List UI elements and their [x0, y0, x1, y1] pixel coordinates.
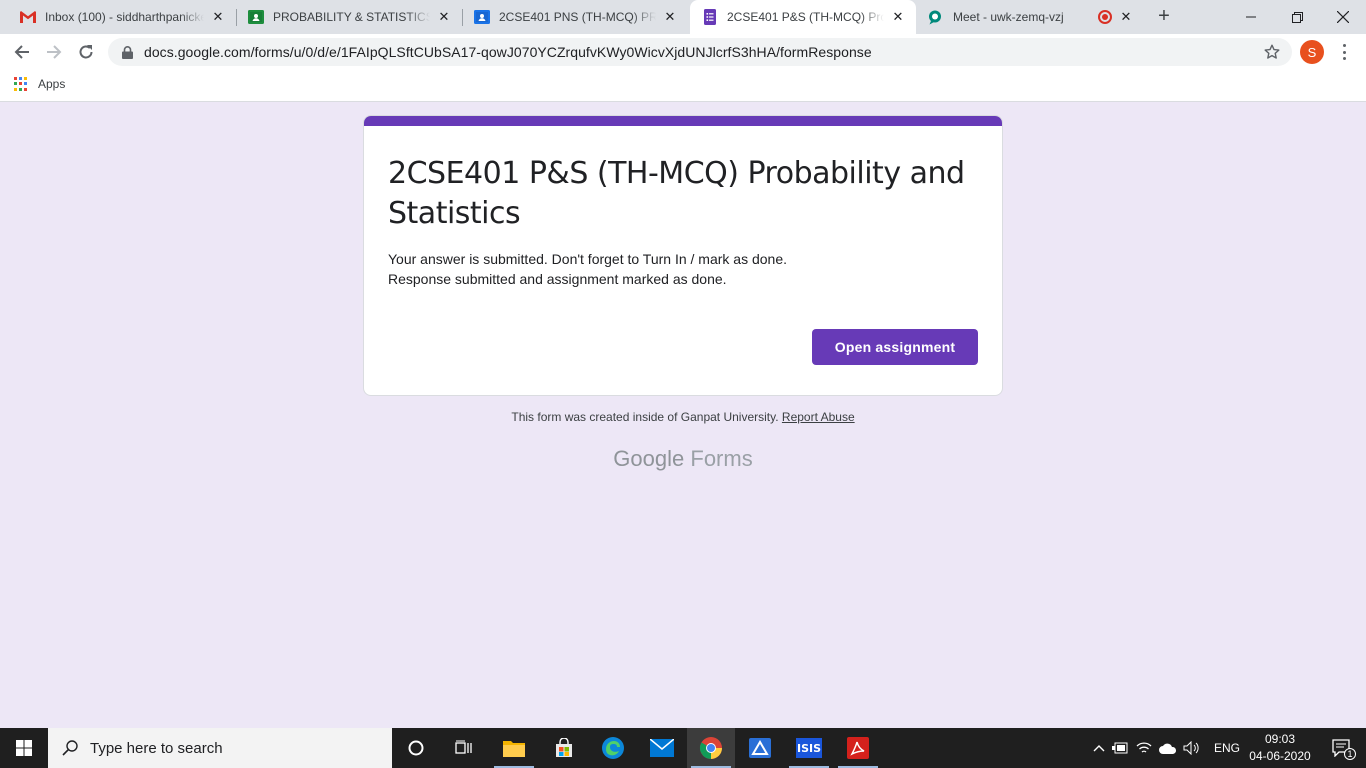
- onedrive-icon[interactable]: [1156, 743, 1180, 754]
- logo-forms-text: Forms: [690, 446, 753, 471]
- apps-grid-icon: [14, 77, 28, 91]
- acrobat-button[interactable]: [834, 728, 882, 768]
- back-arrow-icon: [14, 45, 29, 59]
- profile-avatar[interactable]: S: [1300, 40, 1324, 64]
- browser-menu-icon[interactable]: [1336, 42, 1352, 62]
- close-window-button[interactable]: [1320, 0, 1366, 34]
- taskbar-clock[interactable]: 09:03 04-06-2020: [1240, 731, 1320, 765]
- close-icon[interactable]: ✕: [436, 9, 452, 25]
- isis-icon: ISIS: [796, 738, 822, 758]
- search-icon: [62, 740, 78, 756]
- form-footer-note: This form was created inside of Ganpat U…: [363, 410, 1003, 424]
- close-icon[interactable]: ✕: [1118, 9, 1134, 25]
- confirmation-line-1: Your answer is submitted. Don't forget t…: [388, 251, 788, 267]
- lock-icon[interactable]: [120, 45, 134, 59]
- close-icon[interactable]: ✕: [210, 9, 226, 25]
- chrome-button[interactable]: [687, 728, 735, 768]
- isis-app-button[interactable]: ISIS: [785, 728, 833, 768]
- open-assignment-button[interactable]: Open assignment: [812, 329, 978, 365]
- app-icon: [749, 738, 771, 758]
- notification-count-badge: 1: [1344, 748, 1356, 760]
- confirmation-line-2: Response submitted and assignment marked…: [388, 271, 727, 287]
- classroom-icon: [248, 9, 264, 25]
- edge-button[interactable]: [589, 728, 637, 768]
- windows-logo-icon: [16, 740, 32, 756]
- confirmation-message: Your answer is submitted. Don't forget t…: [388, 249, 787, 289]
- tab-title: 2CSE401 P&S (TH-MCQ) Probability: [727, 10, 884, 24]
- pdf-icon: [847, 737, 869, 759]
- form-response-card: 2CSE401 P&S (TH-MCQ) Probability and Sta…: [363, 115, 1003, 396]
- footer-note-text: This form was created inside of Ganpat U…: [511, 410, 779, 424]
- svg-text:ISIS: ISIS: [797, 742, 821, 755]
- recording-icon: [1098, 10, 1112, 24]
- task-view-button[interactable]: [440, 728, 488, 768]
- reload-icon: [79, 45, 93, 59]
- cortana-icon: [408, 740, 424, 756]
- report-abuse-link[interactable]: Report Abuse: [782, 410, 855, 424]
- system-tray: ENG: [1090, 728, 1240, 768]
- apps-shortcut[interactable]: Apps: [14, 77, 65, 91]
- google-forms-logo[interactable]: Google Forms: [363, 446, 1003, 472]
- language-indicator[interactable]: ENG: [1214, 741, 1240, 755]
- bookmarks-bar: Apps: [0, 70, 1366, 102]
- tab-google-form[interactable]: 2CSE401 P&S (TH-MCQ) Probability ✕: [690, 0, 916, 34]
- reload-button[interactable]: [72, 38, 100, 66]
- file-explorer-button[interactable]: [490, 728, 538, 768]
- address-bar[interactable]: docs.google.com/forms/u/0/d/e/1FAIpQLSft…: [108, 38, 1292, 66]
- tab-title: Meet - uwk-zemq-vzj: [953, 10, 1064, 24]
- tab-title: 2CSE401 PNS (TH-MCQ) PROBABILITY: [499, 10, 656, 24]
- browser-toolbar: docs.google.com/forms/u/0/d/e/1FAIpQLSft…: [0, 34, 1366, 70]
- tab-title: Inbox (100) - siddharthpanicker: [45, 10, 204, 24]
- new-tab-button[interactable]: +: [1152, 5, 1176, 29]
- bookmark-star-icon[interactable]: [1264, 44, 1280, 60]
- tab-google-meet[interactable]: Meet - uwk-zemq-vzj ✕: [916, 0, 1144, 34]
- tab-pns-classroom[interactable]: 2CSE401 PNS (TH-MCQ) PROBABILITY ✕: [462, 0, 688, 34]
- tab-strip: Inbox (100) - siddharthpanicker ✕ PROBAB…: [0, 0, 1366, 34]
- folder-icon: [503, 741, 525, 757]
- volume-icon[interactable]: [1180, 741, 1204, 755]
- taskbar-search-box[interactable]: Type here to search: [48, 728, 392, 768]
- tab-gmail[interactable]: Inbox (100) - siddharthpanicker ✕: [0, 0, 236, 34]
- forward-button[interactable]: [40, 38, 68, 66]
- edge-icon: [602, 737, 624, 759]
- logo-google-text: Google: [613, 446, 685, 471]
- tab-probability-statistics[interactable]: PROBABILITY & STATISTICS [DEPT] ✕: [236, 0, 462, 34]
- forward-arrow-icon: [47, 45, 62, 59]
- restore-button[interactable]: [1274, 0, 1320, 34]
- card-accent-bar: [364, 116, 1002, 126]
- url-text[interactable]: docs.google.com/forms/u/0/d/e/1FAIpQLSft…: [144, 44, 872, 60]
- clock-time: 09:03: [1264, 732, 1296, 746]
- mail-button[interactable]: [638, 728, 686, 768]
- windows-taskbar: Type here to search ISIS ENG 09:03 04-06…: [0, 728, 1366, 768]
- meet-icon: [928, 9, 944, 25]
- form-title: 2CSE401 P&S (TH-MCQ) Probability and Sta…: [388, 156, 965, 231]
- battery-icon[interactable]: [1108, 742, 1132, 754]
- tab-title: PROBABILITY & STATISTICS [DEPT]: [273, 10, 430, 24]
- mail-icon: [650, 739, 674, 757]
- wifi-icon[interactable]: [1132, 741, 1156, 755]
- minimize-button[interactable]: [1228, 0, 1274, 34]
- clock-date: 04-06-2020: [1249, 749, 1311, 763]
- action-center-button[interactable]: 1: [1318, 728, 1366, 768]
- chevron-up-icon[interactable]: [1090, 744, 1108, 752]
- close-icon[interactable]: ✕: [890, 9, 906, 25]
- forms-icon: [702, 9, 718, 25]
- back-button[interactable]: [8, 38, 36, 66]
- gmail-icon: [20, 9, 36, 25]
- task-view-icon: [455, 740, 472, 754]
- classroom-icon: [474, 9, 490, 25]
- store-button[interactable]: [540, 728, 588, 768]
- search-placeholder: Type here to search: [90, 739, 223, 757]
- close-icon[interactable]: ✕: [662, 9, 678, 25]
- apps-label: Apps: [38, 77, 66, 91]
- store-icon: [556, 738, 572, 757]
- app-button-blue[interactable]: [736, 728, 784, 768]
- start-button[interactable]: [0, 728, 48, 768]
- chrome-icon: [700, 737, 722, 759]
- cortana-button[interactable]: [392, 728, 440, 768]
